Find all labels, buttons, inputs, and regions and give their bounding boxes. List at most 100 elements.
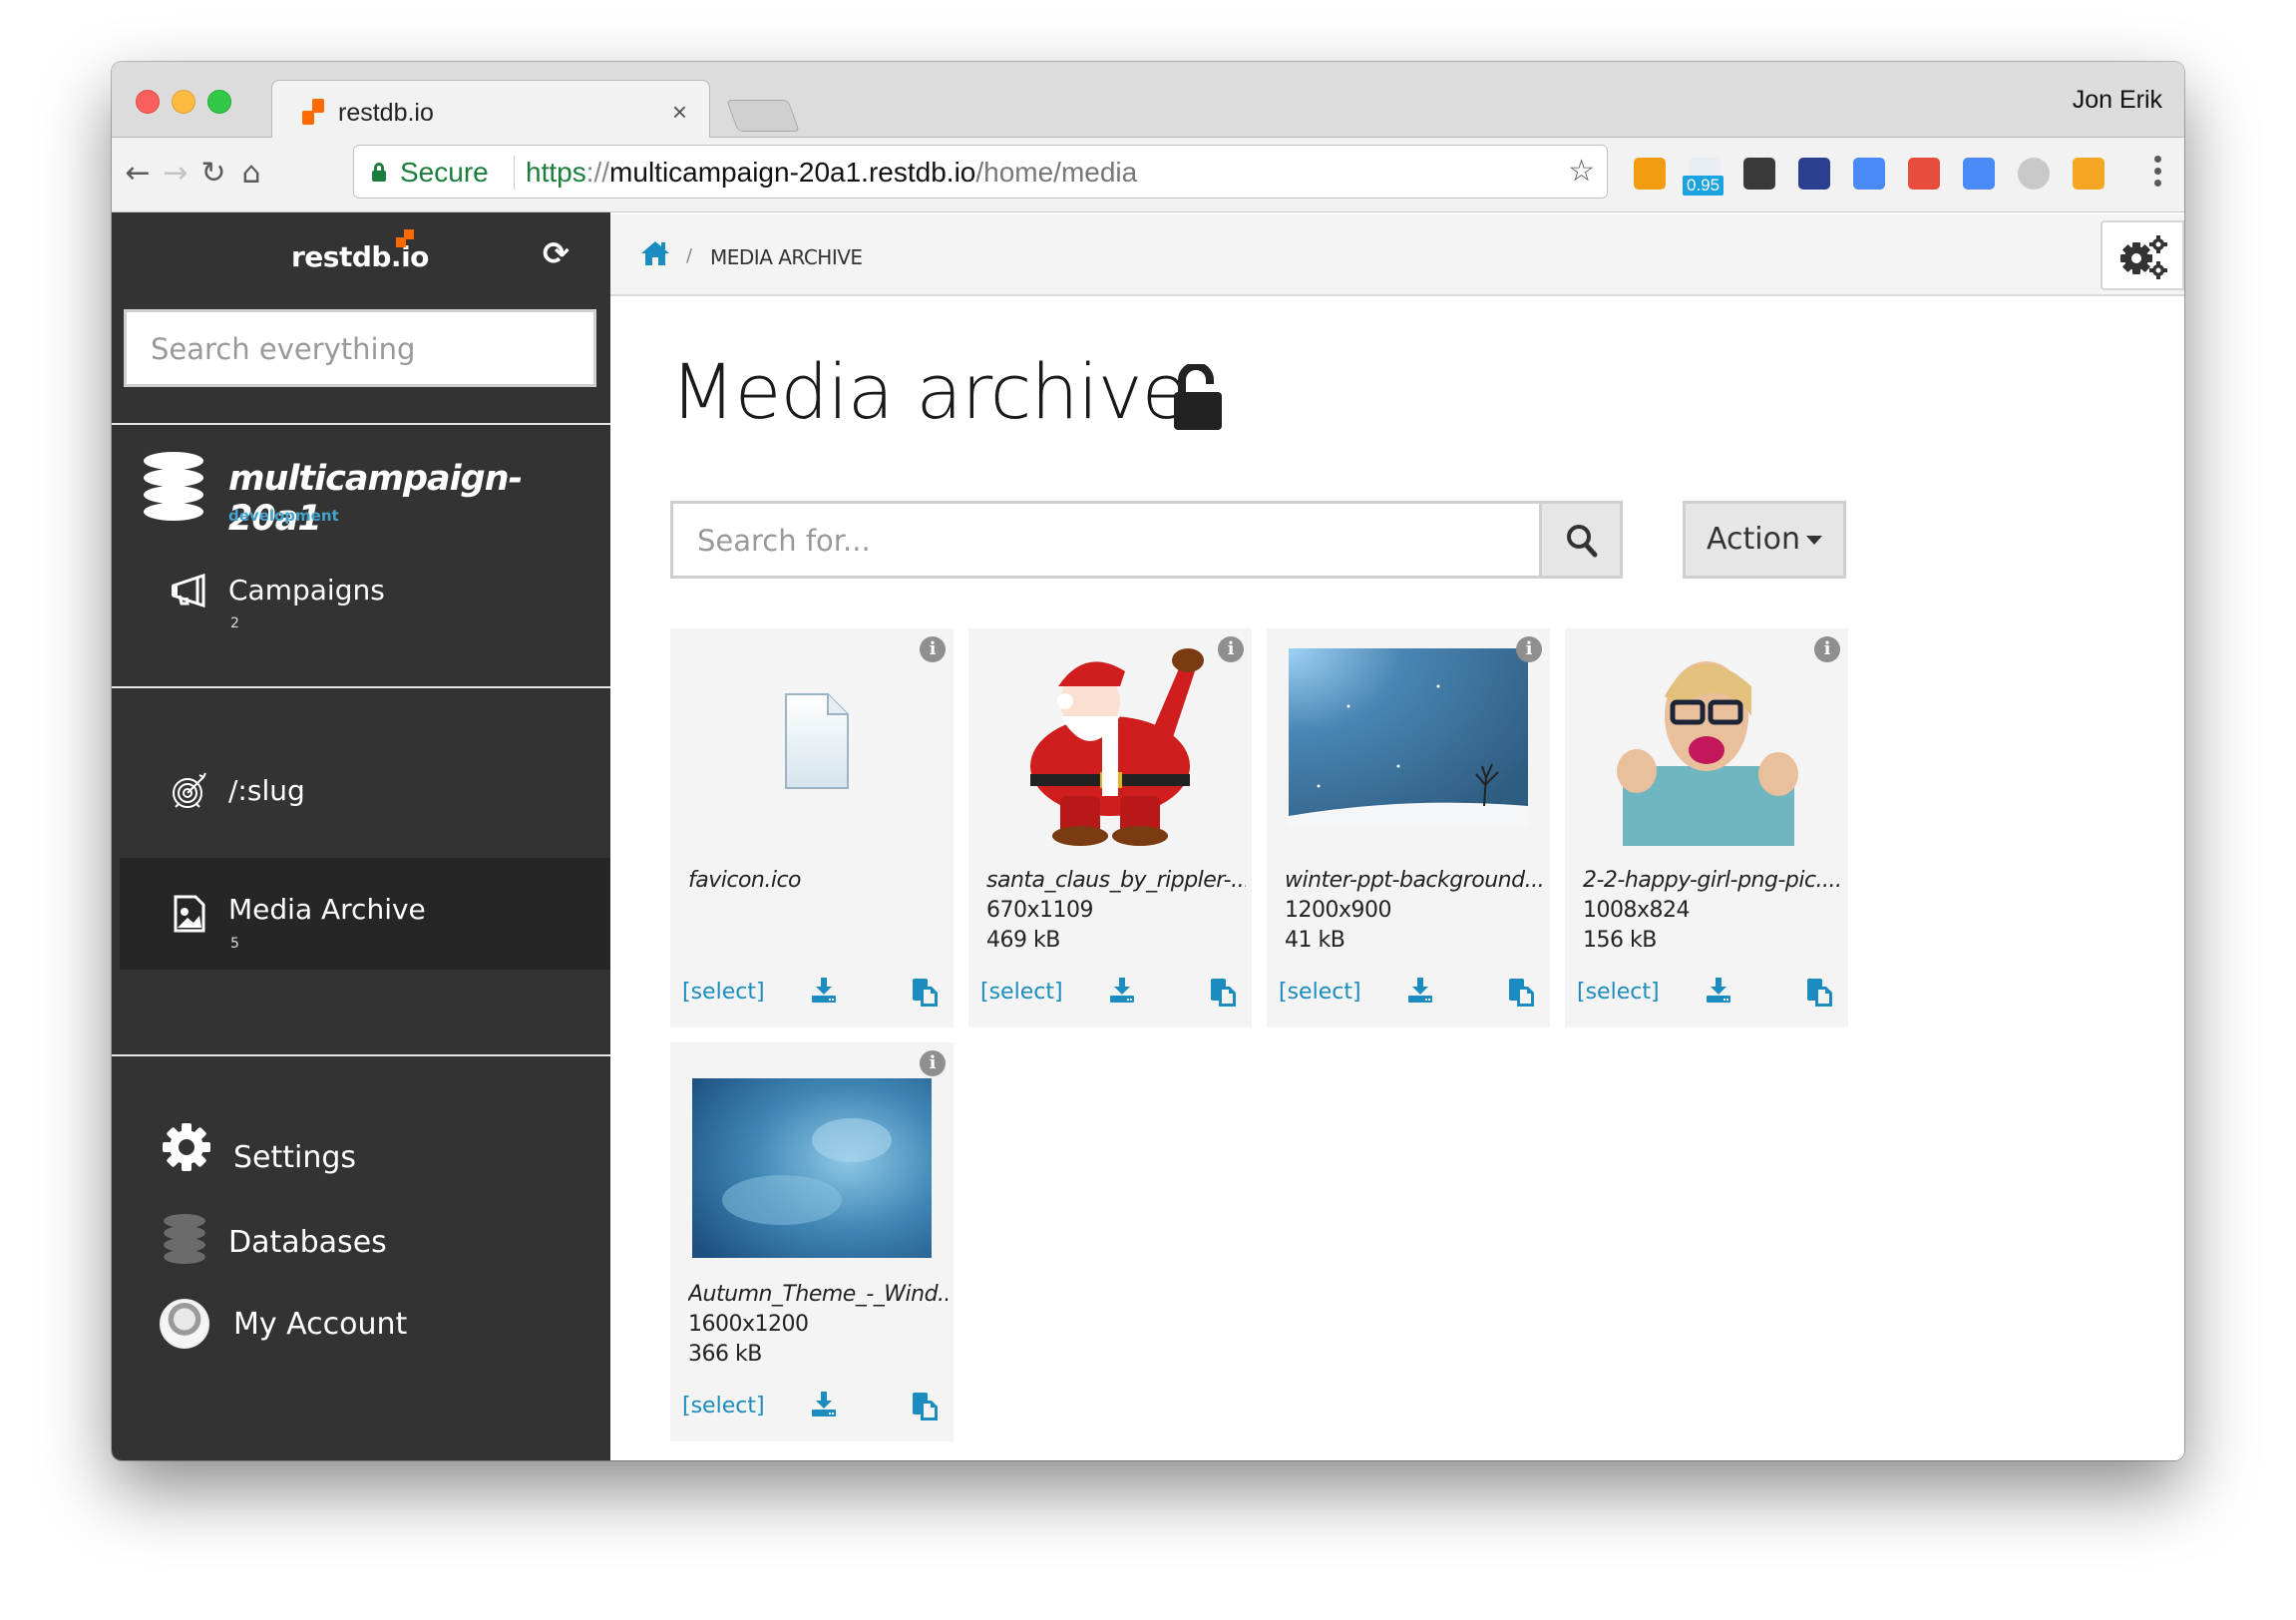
gear-icon (160, 1120, 213, 1178)
home-icon[interactable] (640, 240, 670, 266)
media-file-size: 366 kB (688, 1342, 762, 1367)
select-link[interactable]: [select] (980, 980, 1063, 1005)
speedometer-extension-icon[interactable] (1798, 158, 1830, 190)
info-icon[interactable]: i (920, 636, 946, 662)
media-card[interactable]: i santa_claus_by_rippler-... 670x1109 469 k… (968, 628, 1252, 1027)
media-thumbnail[interactable] (692, 1060, 932, 1260)
image-file-icon (170, 894, 209, 934)
evernote-extension-icon[interactable] (1743, 158, 1775, 190)
select-link[interactable]: [select] (682, 1394, 765, 1418)
new-tab-button[interactable] (726, 100, 800, 132)
sidebar-divider (112, 1054, 610, 1056)
page-title: Media archive (670, 347, 1188, 436)
tag-extension-icon[interactable] (1963, 158, 1995, 190)
sidebar-item-label: Campaigns (228, 574, 385, 607)
minimize-window-button[interactable] (172, 90, 195, 114)
browser-window: restdb.io × Jon Erik ← → ↻ ⌂ Secure http… (112, 62, 2184, 1460)
media-dimensions: 1200x900 (1285, 898, 1392, 923)
browser-toolbar: ← → ↻ ⌂ Secure https://multicampaign-20a… (112, 138, 2184, 212)
reload-button[interactable]: ↻ (193, 154, 233, 194)
tab-close-icon[interactable]: × (672, 97, 687, 128)
share-extension-icon[interactable] (2073, 158, 2105, 190)
select-link[interactable]: [select] (682, 980, 765, 1005)
info-icon[interactable]: i (920, 1050, 946, 1076)
main-content: / MEDIA ARCHIVE Media archive Search for… (610, 212, 2184, 1460)
copy-icon[interactable] (1509, 979, 1535, 1007)
url-text[interactable]: https://multicampaign-20a1.restdb.io/hom… (526, 157, 1137, 189)
restdb-logo-mark-icon (396, 229, 414, 247)
sidebar-item-label: /:slug (228, 774, 305, 807)
download-icon[interactable] (1408, 978, 1432, 1004)
database-name[interactable]: multicampaign-20a1 (228, 459, 610, 539)
sidebar-item-campaigns[interactable]: Campaigns 2 (112, 552, 610, 651)
color-picker-extension-icon[interactable] (1908, 158, 1940, 190)
sidebar-item-slug[interactable]: /:slug (112, 741, 610, 851)
search-icon (1566, 524, 1598, 562)
address-bar[interactable]: Secure https://multicampaign-20a1.restdb… (353, 145, 1608, 199)
sidebar-divider (112, 423, 610, 425)
forward-button[interactable]: → (156, 154, 195, 194)
select-link[interactable]: [select] (1577, 980, 1660, 1005)
copy-icon[interactable] (1807, 979, 1833, 1007)
settings-cogs-button[interactable] (2101, 220, 2184, 290)
database-environment: development (228, 507, 339, 525)
search-everything-input[interactable]: Search everything (124, 309, 596, 387)
media-card[interactable]: i 2-2-happy-girl-png-pic.... 1008x824 156 k… (1565, 628, 1848, 1027)
bookmark-star-icon[interactable]: ☆ (1568, 154, 1595, 189)
copy-icon[interactable] (913, 979, 939, 1007)
download-icon[interactable] (812, 978, 836, 1004)
browser-menu-icon[interactable] (2152, 152, 2162, 196)
extension-badge: 0.95 (1683, 176, 1724, 196)
back-button[interactable]: ← (118, 154, 158, 194)
refresh-icon[interactable]: ⟳ (543, 234, 570, 272)
url-scheme: https (526, 157, 586, 188)
sidebar-my-account[interactable]: My Account (112, 1293, 610, 1353)
database-icon (144, 452, 203, 524)
cogs-icon (2118, 234, 2170, 284)
media-card[interactable]: i favicon.ico [select] (670, 628, 954, 1027)
url-host: multicampaign-20a1.restdb.io (609, 157, 976, 188)
action-dropdown-button[interactable]: Action (1683, 501, 1846, 579)
sq-extension-icon[interactable] (1634, 158, 1666, 190)
media-file-name: favicon.ico (688, 868, 802, 893)
download-icon[interactable] (1110, 978, 1134, 1004)
download-icon[interactable] (812, 1392, 836, 1418)
close-window-button[interactable] (136, 90, 160, 114)
sidebar-databases-label: Databases (228, 1225, 387, 1260)
copy-icon[interactable] (913, 1393, 939, 1420)
info-icon[interactable]: i (1516, 636, 1542, 662)
tab-bar: restdb.io × Jon Erik (112, 62, 2184, 139)
media-card[interactable]: i winter-ppt-background... 1200x900 41 kB [s… (1267, 628, 1550, 1027)
info-icon[interactable]: i (1814, 636, 1840, 662)
info-icon[interactable]: i (1218, 636, 1244, 662)
download-icon[interactable] (1707, 978, 1730, 1004)
media-card[interactable]: i Autumn_Theme_-_Wind... 1600x1200 366 kB [s… (670, 1042, 954, 1441)
avatar (160, 1299, 209, 1349)
u-extension-icon[interactable] (2018, 158, 2050, 190)
url-separator: :// (585, 157, 610, 188)
secure-label: Secure (400, 157, 489, 188)
copy-icon[interactable] (1211, 979, 1237, 1007)
media-thumbnail[interactable] (1289, 646, 1528, 846)
tab-title: restdb.io (338, 99, 434, 127)
unlock-icon[interactable] (1172, 362, 1224, 432)
media-thumbnail[interactable] (990, 646, 1230, 846)
media-file-name: winter-ppt-background... (1285, 868, 1544, 893)
media-dimensions: 670x1109 (986, 898, 1094, 923)
badge-extension-icon[interactable]: 0.95 (1683, 158, 1724, 196)
sidebar-databases[interactable]: Databases (112, 1210, 610, 1270)
sidebar-item-media-archive[interactable]: Media Archive 5 (120, 858, 610, 970)
media-search-input[interactable]: Search for... (670, 501, 1542, 579)
sidebar-settings[interactable]: Settings (112, 1120, 610, 1180)
media-thumbnail[interactable] (1587, 646, 1826, 846)
browser-tab[interactable]: restdb.io × (271, 80, 710, 139)
maximize-window-button[interactable] (207, 90, 231, 114)
breadcrumb-separator: / (686, 245, 693, 266)
media-file-size: 41 kB (1285, 928, 1345, 953)
google-translate-extension-icon[interactable] (1853, 158, 1885, 190)
home-button[interactable]: ⌂ (231, 154, 271, 194)
media-thumbnail[interactable] (692, 646, 932, 846)
select-link[interactable]: [select] (1279, 980, 1361, 1005)
search-button[interactable] (1539, 501, 1623, 579)
profile-name[interactable]: Jon Erik (2073, 86, 2162, 115)
